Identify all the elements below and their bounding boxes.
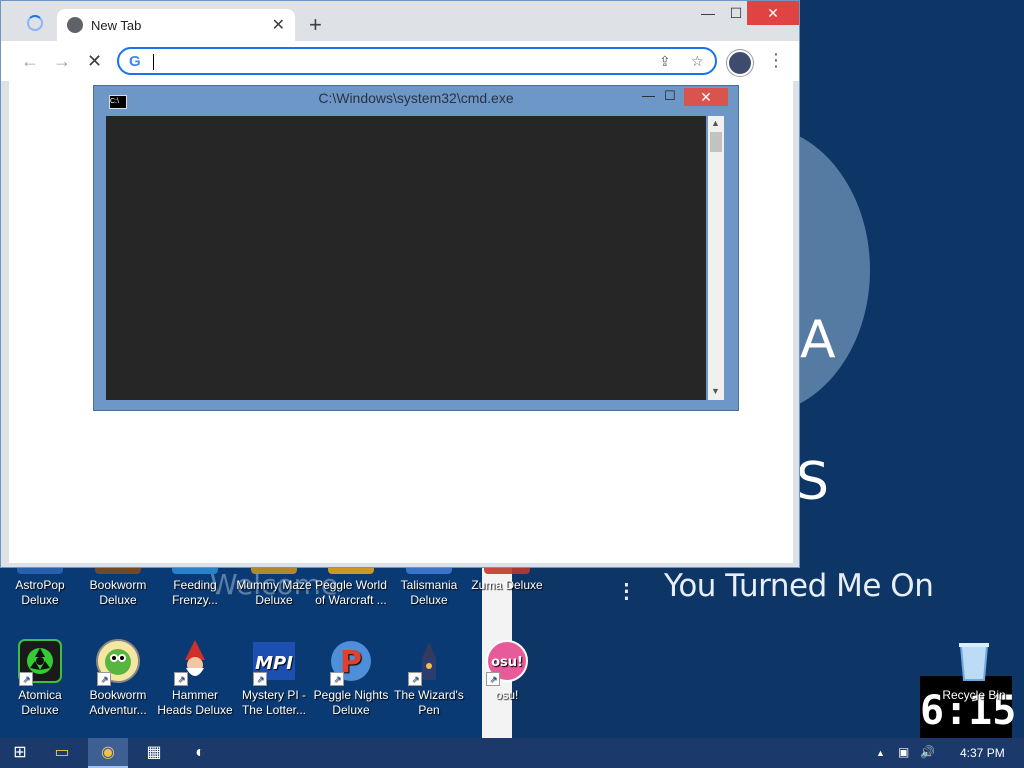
file-explorer-icon[interactable]: ▭ xyxy=(42,738,82,768)
icon-label: osu! xyxy=(495,688,519,702)
menu-icon[interactable]: ⋮ xyxy=(767,50,785,71)
atomica-icon: ↗ xyxy=(17,638,63,686)
loading-spinner-icon xyxy=(27,15,43,31)
new-tab-button[interactable]: + xyxy=(309,12,322,38)
hammer-heads-gnome-icon: ↗ xyxy=(172,638,218,686)
tab-title: New Tab xyxy=(91,18,142,33)
desktop-icon-hammer-heads[interactable]: ↗ Hammer Heads Deluxe xyxy=(155,638,235,718)
scroll-thumb[interactable] xyxy=(710,132,722,152)
shortcut-arrow-icon: ↗ xyxy=(330,672,344,686)
desktop-icon-bookworm-adventures[interactable]: ↗ Bookworm Adventur... xyxy=(78,638,158,718)
back-button[interactable]: ← xyxy=(21,51,39,72)
wallpaper-dot: ⁝ xyxy=(622,576,631,607)
desktop-icon-mystery-pi[interactable]: MPI ↗ Mystery PI - The Lotter... xyxy=(234,638,314,718)
share-icon[interactable]: ⇪ xyxy=(659,53,671,70)
taskbar: ⊞ ▭ ◉ ▦ ◐ ▲ ▣ 🔊 4:37 PM xyxy=(0,738,1024,768)
icon-label: Feeding Frenzy... xyxy=(172,578,218,607)
tab-strip: New Tab ✕ + — ☐ ✕ xyxy=(1,1,799,41)
start-button[interactable]: ⊞ xyxy=(0,738,40,768)
shortcut-arrow-icon: ↗ xyxy=(174,672,188,686)
icon-label: Talismania Deluxe xyxy=(400,578,458,607)
scroll-up-icon[interactable]: ▲ xyxy=(711,118,720,128)
shortcut-arrow-icon: ↗ xyxy=(408,672,422,686)
text-caret xyxy=(153,54,154,70)
tray-expand-icon[interactable]: ▲ xyxy=(876,748,885,758)
chrome-taskbar-icon[interactable]: ◉ xyxy=(88,738,128,768)
wallpaper-letter-s: S xyxy=(796,452,830,512)
icon-label: Bookworm Deluxe xyxy=(89,578,147,607)
wallpaper-letter-a: A xyxy=(800,310,836,370)
browser-toolbar: ← → ✕ G ⇪ ☆ ⋮ xyxy=(1,41,799,81)
obs-taskbar-icon[interactable]: ◐ xyxy=(180,738,220,768)
desktop-icon-recycle-bin[interactable]: Recycle Bin xyxy=(934,638,1014,703)
close-window-button[interactable]: ✕ xyxy=(747,1,799,25)
shortcut-arrow-icon: ↗ xyxy=(19,672,33,686)
icon-label: Atomica Deluxe xyxy=(18,688,62,717)
wallpaper-tagline: You Turned Me On xyxy=(664,568,934,604)
chrome-tab-icon xyxy=(67,17,83,33)
icon-label: Zuma Deluxe xyxy=(471,578,543,592)
desktop-icon-peggle-nights[interactable]: P ↗ Peggle Nights Deluxe xyxy=(311,638,391,718)
icon-label: Mummy Maze Deluxe xyxy=(236,578,312,607)
stop-loading-button[interactable]: ✕ xyxy=(87,51,102,72)
shortcut-arrow-icon: ↗ xyxy=(486,672,500,686)
icon-label: Recycle Bin xyxy=(942,688,1006,702)
icon-label: The Wizard's Pen xyxy=(394,688,464,717)
desktop-icon-wizards-pen[interactable]: ↗ The Wizard's Pen xyxy=(389,638,469,718)
google-icon: G xyxy=(129,53,141,70)
shortcut-arrow-icon: ↗ xyxy=(253,672,267,686)
tab-new-tab[interactable]: New Tab ✕ xyxy=(57,9,295,41)
network-icon[interactable]: ▣ xyxy=(898,745,909,759)
desktop-icon-atomica[interactable]: ↗ Atomica Deluxe xyxy=(0,638,80,718)
volume-icon[interactable]: 🔊 xyxy=(920,745,935,759)
cmd-window[interactable]: C:\ C:\Windows\system32\cmd.exe — ☐ ✕ ▲ … xyxy=(94,86,738,410)
icon-label: AstroPop Deluxe xyxy=(15,578,65,607)
bookworm-adventures-icon: ↗ xyxy=(95,638,141,686)
profile-avatar[interactable] xyxy=(727,50,753,76)
close-tab-button[interactable]: ✕ xyxy=(272,15,285,35)
svg-text:osu!: osu! xyxy=(491,655,523,670)
cmd-console[interactable] xyxy=(106,116,706,400)
icon-label: Bookworm Adventur... xyxy=(89,688,147,717)
shortcut-arrow-icon: ↗ xyxy=(97,672,111,686)
mystery-pi-icon: MPI ↗ xyxy=(251,638,297,686)
icon-label: Mystery PI - The Lotter... xyxy=(241,688,307,717)
svg-text:MPI: MPI xyxy=(255,653,293,674)
cmd-minimize-button[interactable]: — xyxy=(642,88,655,103)
cmd-scrollbar[interactable]: ▲ ▼ xyxy=(708,116,724,400)
forward-button[interactable]: → xyxy=(53,51,71,72)
icon-label: Peggle Nights Deluxe xyxy=(313,688,389,717)
address-bar[interactable]: G ⇪ ☆ xyxy=(117,47,717,75)
scroll-down-icon[interactable]: ▼ xyxy=(711,386,720,396)
taskbar-clock[interactable]: 4:37 PM xyxy=(960,746,1005,760)
app-taskbar-icon[interactable]: ▦ xyxy=(134,738,174,768)
peggle-nights-icon: P ↗ xyxy=(328,638,374,686)
wizards-pen-icon: ↗ xyxy=(406,638,452,686)
icon-label: Peggle World of Warcraft ... xyxy=(315,578,387,607)
desktop-icon-osu[interactable]: osu! ↗ osu! xyxy=(467,638,547,703)
icon-label: Hammer Heads Deluxe xyxy=(157,688,233,717)
cmd-maximize-button[interactable]: ☐ xyxy=(664,88,676,104)
cmd-close-button[interactable]: ✕ xyxy=(684,88,728,106)
osu-icon: osu! ↗ xyxy=(484,638,530,686)
bookmark-star-icon[interactable]: ☆ xyxy=(691,53,704,70)
recycle-bin-icon xyxy=(951,638,997,684)
